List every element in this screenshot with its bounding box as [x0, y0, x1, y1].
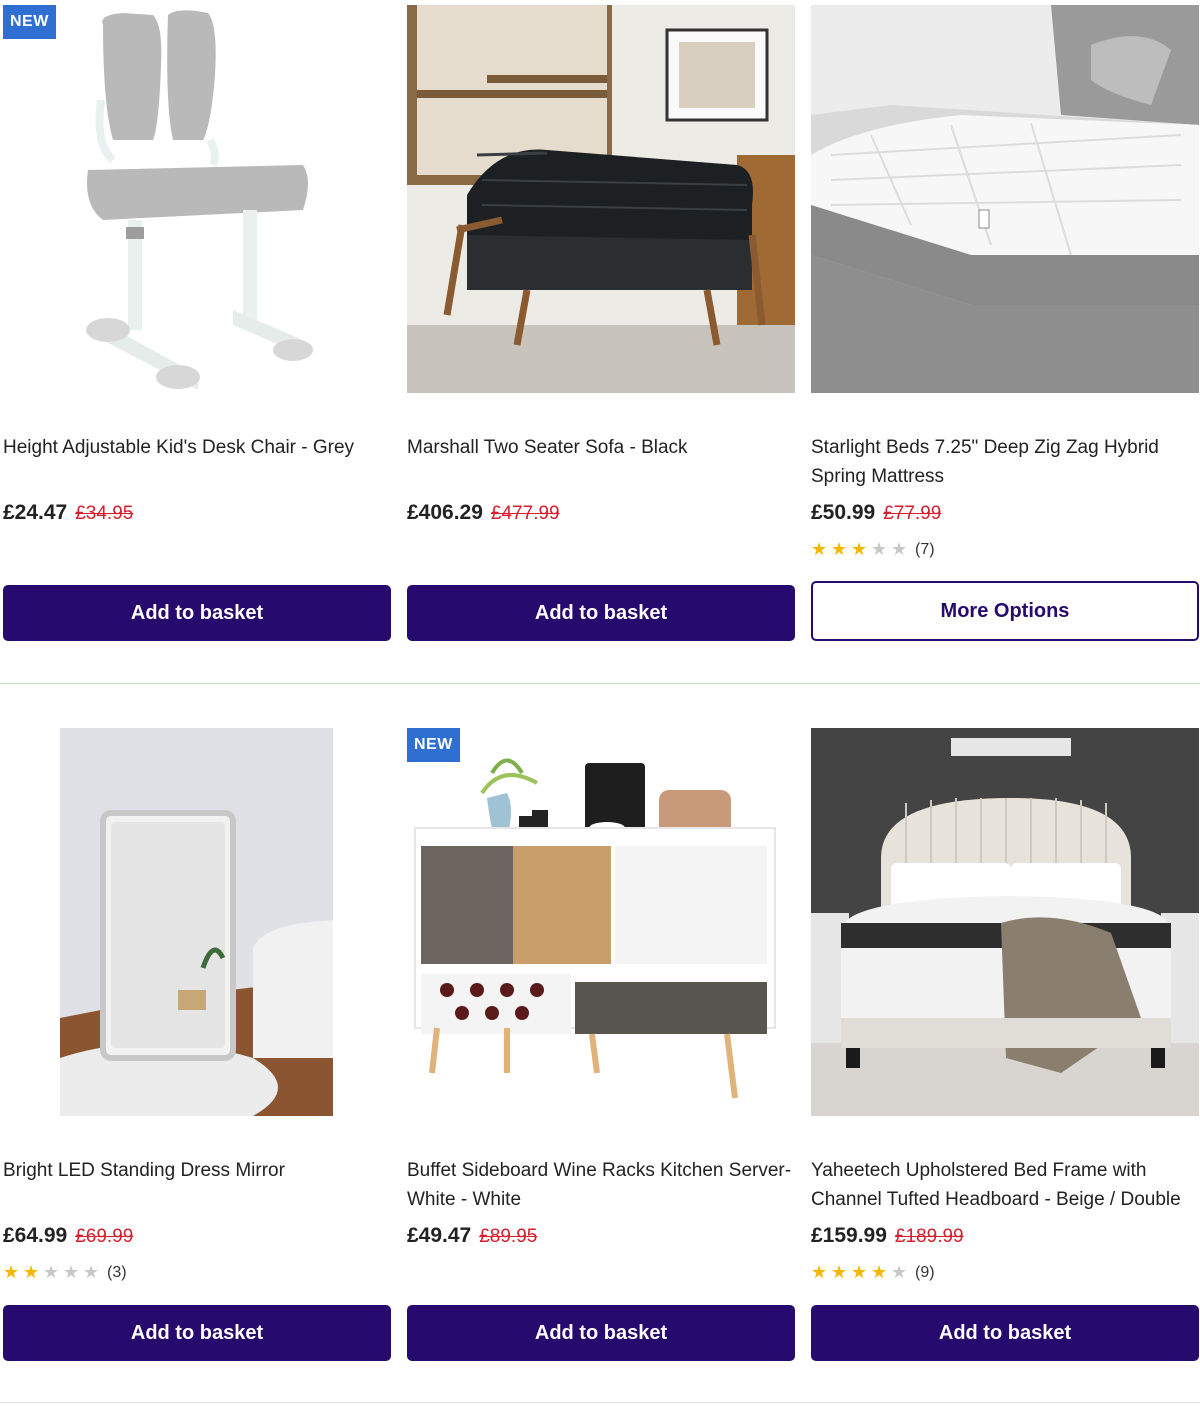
current-price: £49.47 — [407, 1224, 472, 1247]
star-rating[interactable]: ★ ★ ★ ★ ★ (9) — [811, 1262, 935, 1283]
star-icon: ★ — [23, 1262, 40, 1282]
current-price: £159.99 — [811, 1224, 887, 1247]
star-icon: ★ — [871, 1262, 888, 1282]
current-price: £64.99 — [3, 1224, 68, 1247]
was-price: £69.99 — [75, 1226, 134, 1247]
product-title[interactable]: Starlight Beds 7.25" Deep Zig Zag Hybrid… — [811, 433, 1199, 491]
star-icon: ★ — [811, 1262, 828, 1282]
price-row: £159.99 £189.99 — [811, 1224, 964, 1248]
star-icon: ★ — [891, 1262, 908, 1282]
star-icon: ★ — [831, 539, 848, 559]
price-row: £24.47 £34.95 — [3, 501, 133, 525]
add-to-basket-button[interactable]: Add to basket — [811, 1305, 1199, 1361]
current-price: £406.29 — [407, 501, 483, 524]
mattress-icon — [811, 5, 1199, 393]
product-title[interactable]: Marshall Two Seater Sofa - Black — [407, 433, 795, 462]
new-badge: NEW — [3, 5, 56, 39]
add-to-basket-button[interactable]: Add to basket — [3, 585, 391, 641]
star-icon: ★ — [63, 1262, 80, 1282]
review-count: (3) — [107, 1263, 127, 1281]
current-price: £50.99 — [811, 501, 876, 524]
product-image[interactable]: NEW — [407, 728, 795, 1116]
price-row: £64.99 £69.99 — [3, 1224, 133, 1248]
review-count: (7) — [915, 540, 935, 558]
star-rating[interactable]: ★ ★ ★ ★ ★ (3) — [3, 1262, 127, 1283]
was-price: £34.95 — [75, 503, 134, 524]
desk-chair-icon — [3, 5, 391, 393]
product-image[interactable] — [811, 5, 1199, 393]
sideboard-icon — [407, 728, 795, 1116]
star-icon: ★ — [43, 1262, 60, 1282]
was-price: £477.99 — [490, 503, 560, 524]
product-image[interactable] — [811, 728, 1199, 1116]
was-price: £189.99 — [894, 1226, 964, 1247]
product-image[interactable] — [407, 5, 795, 393]
sofa-icon — [407, 5, 795, 393]
product-title[interactable]: Yaheetech Upholstered Bed Frame with Cha… — [811, 1156, 1199, 1214]
new-badge: NEW — [407, 728, 460, 762]
price-row: £49.47 £89.95 — [407, 1224, 537, 1248]
more-options-button[interactable]: More Options — [811, 581, 1199, 641]
row-divider — [0, 1402, 1200, 1403]
star-icon: ★ — [851, 539, 868, 559]
mirror-icon — [3, 728, 391, 1116]
star-icon: ★ — [83, 1262, 100, 1282]
price-row: £50.99 £77.99 — [811, 501, 941, 525]
was-price: £77.99 — [883, 503, 942, 524]
product-title[interactable]: Buffet Sideboard Wine Racks Kitchen Serv… — [407, 1156, 795, 1214]
star-icon: ★ — [811, 539, 828, 559]
star-icon: ★ — [891, 539, 908, 559]
review-count: (9) — [915, 1263, 935, 1281]
add-to-basket-button[interactable]: Add to basket — [407, 585, 795, 641]
was-price: £89.95 — [479, 1226, 538, 1247]
product-title[interactable]: Bright LED Standing Dress Mirror — [3, 1156, 391, 1185]
star-icon: ★ — [831, 1262, 848, 1282]
star-rating[interactable]: ★ ★ ★ ★ ★ (7) — [811, 539, 935, 560]
star-icon: ★ — [851, 1262, 868, 1282]
product-image[interactable] — [3, 728, 391, 1116]
product-title[interactable]: Height Adjustable Kid's Desk Chair - Gre… — [3, 433, 391, 462]
star-icon: ★ — [871, 539, 888, 559]
star-icon: ★ — [3, 1262, 20, 1282]
price-row: £406.29 £477.99 — [407, 501, 560, 525]
row-divider — [0, 683, 1200, 684]
add-to-basket-button[interactable]: Add to basket — [407, 1305, 795, 1361]
bed-frame-icon — [811, 728, 1199, 1116]
current-price: £24.47 — [3, 501, 68, 524]
add-to-basket-button[interactable]: Add to basket — [3, 1305, 391, 1361]
product-image[interactable]: NEW — [3, 5, 391, 393]
